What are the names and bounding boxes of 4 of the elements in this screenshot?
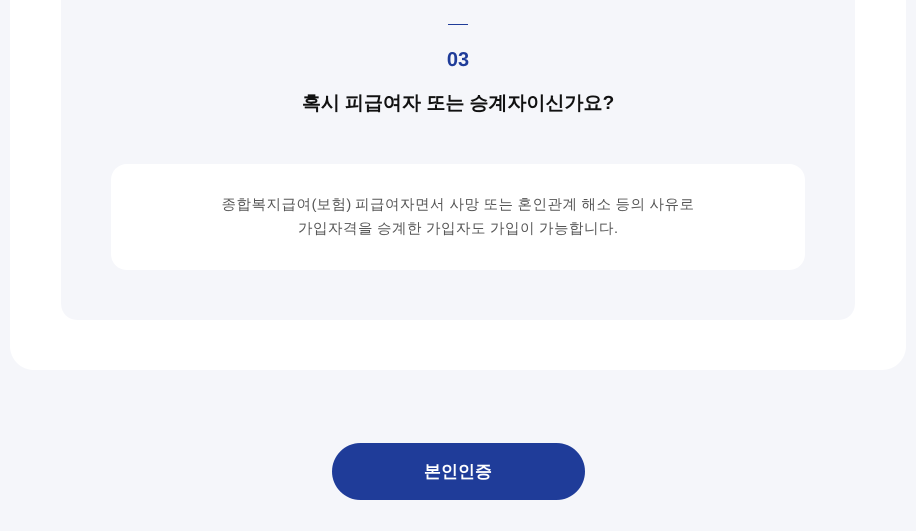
- verify-button[interactable]: 본인인증: [332, 443, 584, 500]
- question-title: 혹시 피급여자 또는 승계자이신가요?: [302, 92, 614, 116]
- answer-text: 종합복지급여(보험) 피급여자면서 사망 또는 혼인관계 해소 등의 사유로 가입자격을 승계한 가입자도 가입이 가능합니다.: [222, 196, 694, 239]
- question-number: 03: [446, 48, 470, 72]
